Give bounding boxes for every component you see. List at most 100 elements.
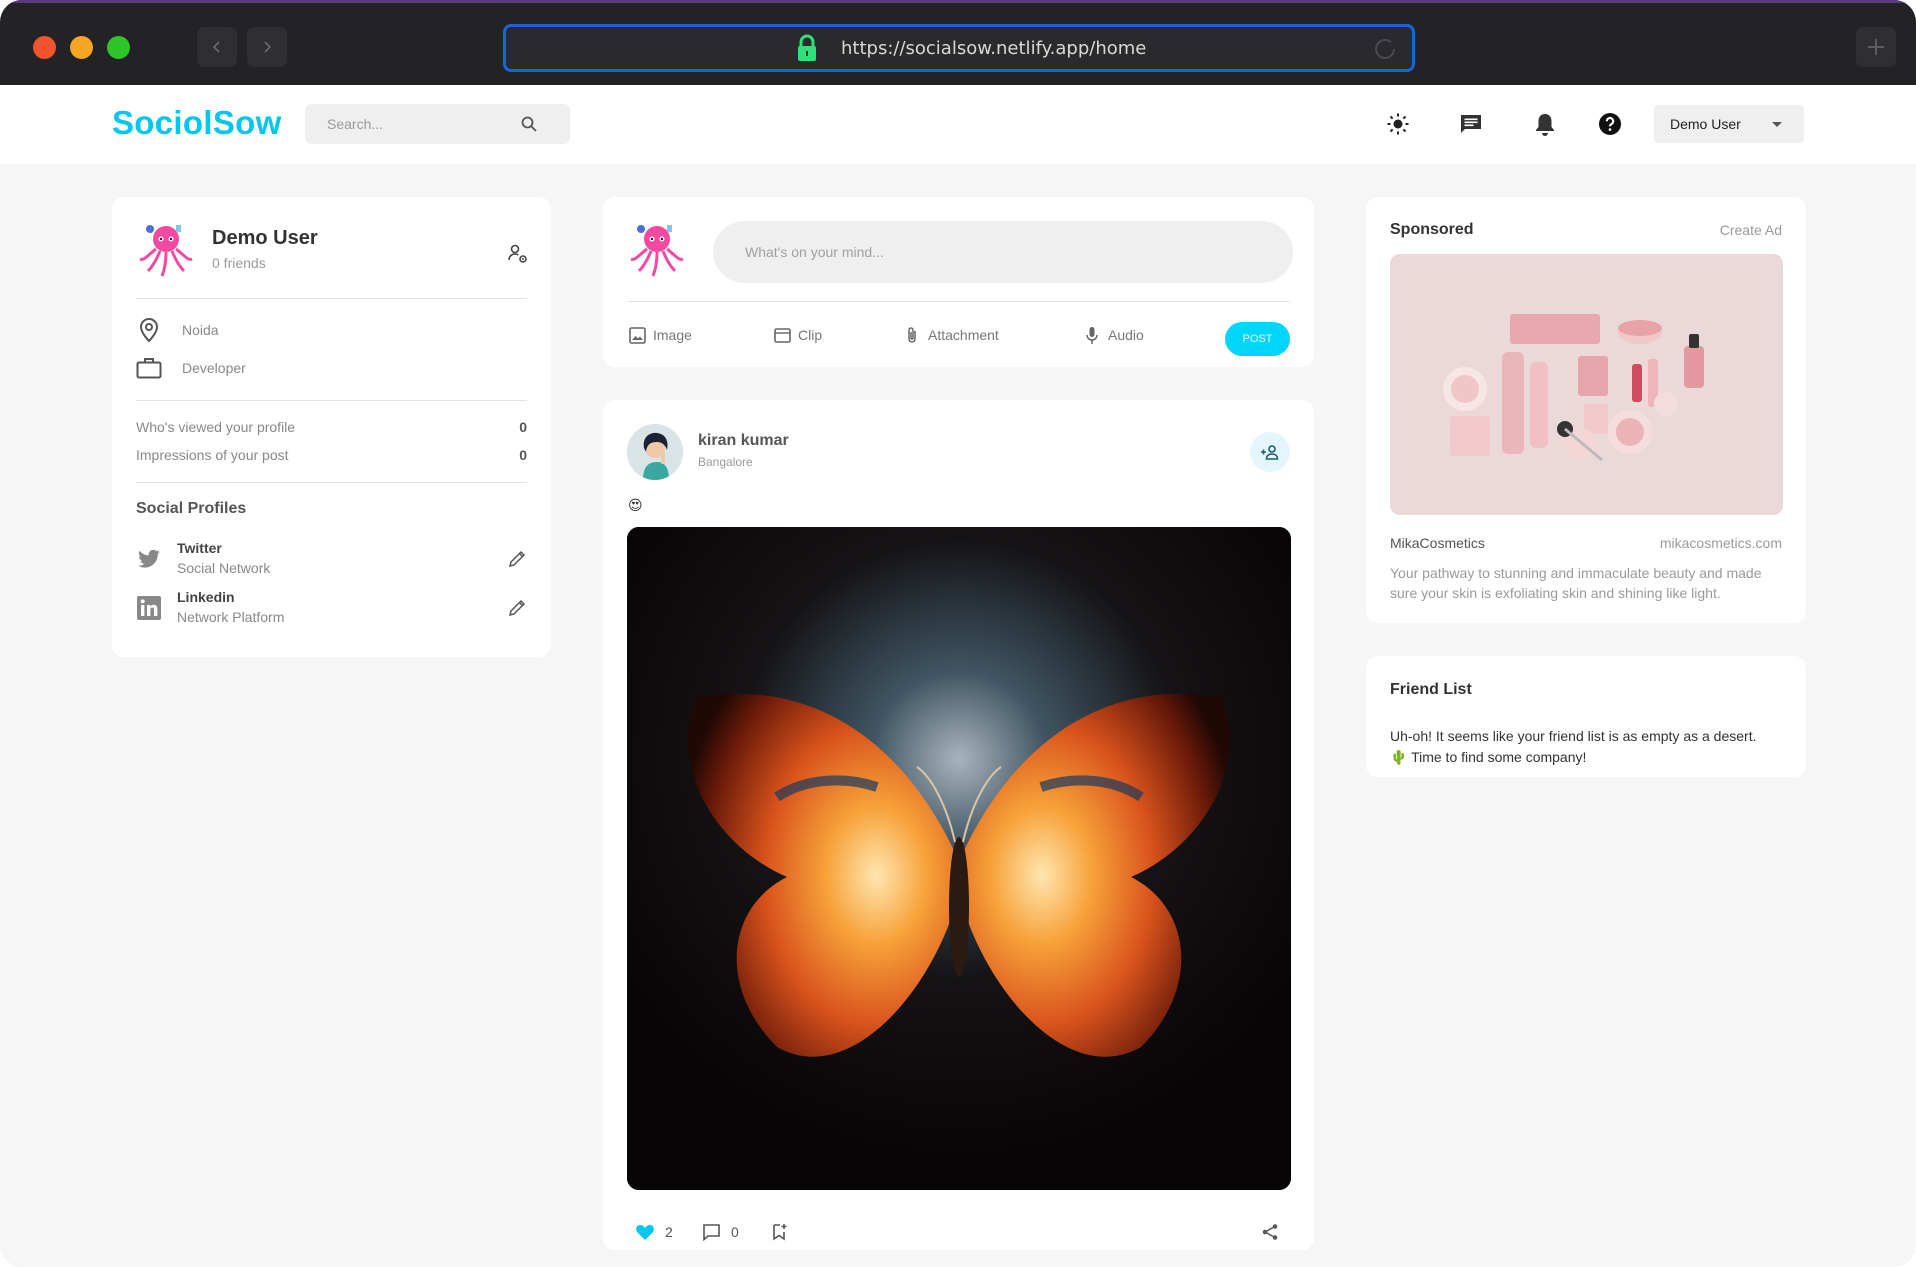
post-composer: Image Clip Attachment Audio POST [603, 197, 1314, 367]
social-profile-linkedin: Linkedin Network Platform [136, 589, 527, 629]
microphone-icon [1083, 326, 1101, 344]
lock-icon [798, 34, 816, 61]
location-text: Noida [182, 322, 219, 338]
stat-value: 0 [519, 419, 527, 435]
share-button[interactable] [1260, 1222, 1290, 1242]
stat-label: Impressions of your post [136, 447, 289, 463]
browser-chrome: https://socialsow.netlify.app/home [0, 0, 1916, 85]
post-author-avatar[interactable] [627, 424, 683, 480]
url-text: https://socialsow.netlify.app/home [841, 38, 1147, 59]
paperclip-icon [903, 326, 921, 344]
empty-message-line: 🌵 Time to find some company! [1390, 749, 1587, 765]
image-icon [628, 326, 646, 344]
notifications-button[interactable] [1531, 110, 1559, 138]
add-clip-button[interactable]: Clip [773, 326, 822, 344]
ad-image[interactable] [1390, 254, 1783, 515]
ad-brand[interactable]: MikaCosmetics [1390, 535, 1485, 551]
friend-list-title: Friend List [1390, 681, 1472, 698]
profile-avatar[interactable] [136, 221, 196, 279]
sponsored-title: Sponsored [1390, 221, 1474, 238]
chat-icon [1461, 115, 1481, 133]
search-icon[interactable] [520, 115, 538, 133]
post-text-input[interactable] [713, 221, 1293, 283]
twitter-icon [138, 549, 160, 568]
profile-card: Demo User 0 friends Noida Developer Who'… [112, 197, 551, 657]
profile-views-stat[interactable]: Who's viewed your profile 0 [136, 419, 527, 435]
friends-count: 0 friends [212, 255, 266, 271]
messages-button[interactable] [1457, 110, 1485, 138]
top-navbar: SociolSow Search... Demo User [0, 85, 1916, 164]
social-profile-twitter: Twitter Social Network [136, 540, 527, 580]
bookmark-add-icon [769, 1222, 789, 1242]
minimize-window-button[interactable] [70, 36, 93, 59]
social-type: Network Platform [177, 609, 285, 625]
social-name[interactable]: Linkedin [177, 589, 235, 605]
add-friend-button[interactable] [1250, 432, 1290, 472]
sun-icon [1387, 113, 1409, 135]
maximize-window-button[interactable] [107, 36, 130, 59]
occupation-text: Developer [182, 360, 246, 376]
profile-name[interactable]: Demo User [212, 227, 318, 250]
pencil-icon[interactable] [507, 549, 527, 569]
help-icon [1599, 113, 1621, 135]
app-logo[interactable]: SociolSow [112, 104, 282, 142]
post-text: 😍 [628, 497, 643, 513]
impressions-stat[interactable]: Impressions of your post 0 [136, 447, 527, 463]
save-post-button[interactable] [769, 1222, 799, 1242]
post-location: Bangalore [698, 455, 753, 469]
forward-button[interactable] [247, 27, 287, 67]
reload-icon[interactable] [1370, 34, 1400, 64]
social-name[interactable]: Twitter [177, 540, 222, 556]
add-audio-button[interactable]: Audio [1083, 326, 1144, 344]
bell-icon [1536, 114, 1554, 136]
post-actions: 2 0 [635, 1222, 1290, 1244]
briefcase-icon [136, 355, 162, 381]
like-button[interactable]: 2 [635, 1222, 673, 1242]
composer-avatar [630, 225, 684, 277]
back-button[interactable] [197, 27, 237, 67]
search-input[interactable] [305, 104, 515, 144]
new-tab-button[interactable] [1856, 27, 1896, 67]
comment-button[interactable]: 0 [701, 1222, 739, 1242]
post-button[interactable]: POST [1225, 322, 1290, 356]
action-label: Audio [1108, 327, 1144, 343]
user-menu-dropdown[interactable]: Demo User [1654, 105, 1804, 143]
friend-list-empty-message: Uh-oh! It seems like your friend list is… [1390, 726, 1782, 768]
divider [627, 301, 1290, 302]
sponsored-card: Sponsored Create Ad MikaCosmetics mikaco… [1366, 197, 1806, 623]
theme-toggle-button[interactable] [1384, 110, 1412, 138]
comment-count: 0 [731, 1224, 739, 1240]
location-pin-icon [136, 317, 162, 343]
search-box [305, 104, 570, 144]
post-card: kiran kumar Bangalore 😍 2 0 [603, 400, 1314, 1250]
stat-value: 0 [519, 447, 527, 463]
manage-account-icon[interactable] [507, 243, 529, 265]
location-row: Noida [136, 317, 219, 343]
divider [136, 298, 527, 299]
share-icon [1260, 1222, 1280, 1242]
plus-icon [1868, 39, 1884, 55]
social-type: Social Network [177, 560, 271, 576]
chevron-left-icon [212, 41, 220, 53]
add-attachment-button[interactable]: Attachment [903, 326, 999, 344]
action-label: Image [653, 327, 692, 343]
post-author-name[interactable]: kiran kumar [698, 432, 789, 450]
ad-url[interactable]: mikacosmetics.com [1660, 535, 1782, 551]
post-image[interactable] [627, 527, 1291, 1190]
close-window-button[interactable] [33, 36, 56, 59]
clip-icon [773, 326, 791, 344]
friend-list-card: Friend List Uh-oh! It seems like your fr… [1366, 656, 1806, 777]
caret-down-icon [1772, 122, 1782, 127]
create-ad-link[interactable]: Create Ad [1720, 222, 1782, 238]
action-label: Attachment [928, 327, 999, 343]
user-menu-label: Demo User [1670, 116, 1741, 132]
address-bar[interactable]: https://socialsow.netlify.app/home [503, 24, 1415, 72]
heart-icon [635, 1222, 655, 1242]
action-label: Clip [798, 327, 823, 343]
pencil-icon[interactable] [507, 598, 527, 618]
linkedin-icon [137, 596, 161, 620]
add-image-button[interactable]: Image [628, 326, 692, 344]
social-profiles-title: Social Profiles [136, 500, 247, 517]
help-button[interactable] [1596, 110, 1624, 138]
app-window: https://socialsow.netlify.app/home Socio… [0, 0, 1916, 1267]
